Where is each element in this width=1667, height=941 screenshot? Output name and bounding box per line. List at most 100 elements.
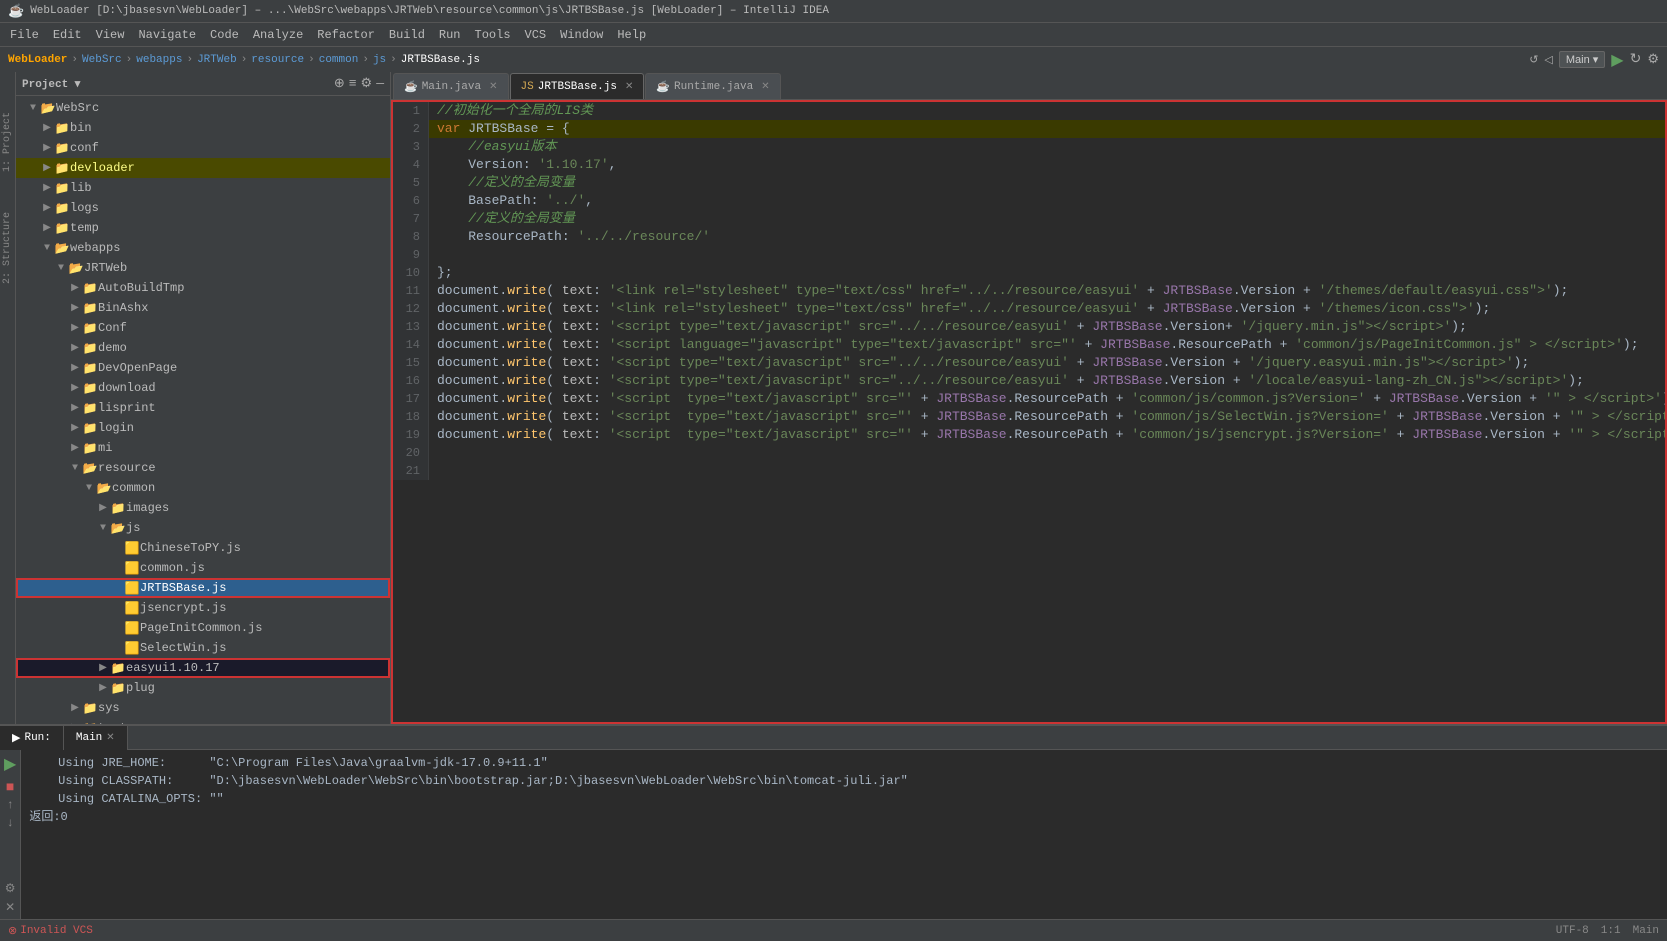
tree-label-autobuildtmp: AutoBuildTmp	[98, 281, 390, 295]
menu-code[interactable]: Code	[204, 26, 245, 44]
tree-item-websrc[interactable]: ▼ 📂 WebSrc	[16, 98, 390, 118]
tree-label-webapps: webapps	[70, 241, 390, 255]
tree-item-pageinitcommon[interactable]: 🟨 PageInitCommon.js	[16, 618, 390, 638]
update-config-button[interactable]: ↻	[1630, 51, 1642, 68]
settings-icon[interactable]: ⚙	[361, 76, 373, 91]
tree-item-demo[interactable]: ▶ 📁 demo	[16, 338, 390, 358]
run-side-button[interactable]: ▶	[4, 754, 16, 774]
tree-item-conf[interactable]: ▶ 📁 conf	[16, 138, 390, 158]
tree-label-conf2: Conf	[98, 321, 390, 335]
stop-side-button[interactable]: ■	[6, 778, 14, 794]
code-line-2: 2 var JRTBSBase = {	[393, 120, 1665, 138]
run-button[interactable]: ▶	[1611, 50, 1623, 70]
menu-build[interactable]: Build	[383, 26, 431, 44]
tree-item-devloader[interactable]: ▶ 📁 devloader	[16, 158, 390, 178]
tree-item-images[interactable]: ▶ 📁 images	[16, 498, 390, 518]
tree-item-jrtbsbase[interactable]: 🟨 JRTBSBase.js	[16, 578, 390, 598]
code-editor[interactable]: 1 //初始化一个全局的LIS类 2 var JRTBSBase = { 3 /…	[391, 100, 1667, 724]
structure-panel-label[interactable]: 2: Structure	[2, 212, 13, 284]
tab-jrtbsbase[interactable]: JS JRTBSBase.js ✕	[510, 73, 645, 99]
tree-item-selectwin[interactable]: 🟨 SelectWin.js	[16, 638, 390, 658]
settings-button[interactable]: ⚙	[1647, 52, 1659, 67]
tree-item-commonjs[interactable]: 🟨 common.js	[16, 558, 390, 578]
tree-label-jsencrypt: jsencrypt.js	[140, 601, 390, 615]
project-panel-label[interactable]: 1: Project	[2, 112, 13, 172]
tree-item-devopenpage[interactable]: ▶ 📁 DevOpenPage	[16, 358, 390, 378]
close-tab-mainjava[interactable]: ✕	[489, 81, 497, 93]
close-main-tab[interactable]: ✕	[106, 732, 114, 744]
tree-item-lisprint[interactable]: ▶ 📁 lisprint	[16, 398, 390, 418]
tree-item-chinesetopy[interactable]: 🟨 ChineseToPY.js	[16, 538, 390, 558]
code-line-17: 17 document.write( text: '<script type="…	[393, 390, 1665, 408]
back-button[interactable]: ◁	[1544, 53, 1552, 67]
tree-item-download[interactable]: ▶ 📁 download	[16, 378, 390, 398]
tree-item-temp[interactable]: ▶ 📁 temp	[16, 218, 390, 238]
js-file-icon: 🟨	[124, 581, 140, 596]
folder-open-icon: 📂	[110, 521, 126, 536]
tree-item-lib[interactable]: ▶ 📁 lib	[16, 178, 390, 198]
tree-label-devloader: devloader	[70, 161, 390, 175]
menu-help[interactable]: Help	[611, 26, 652, 44]
settings-side-button[interactable]: ⚙	[5, 881, 16, 896]
tree-item-sys[interactable]: ▶ 📁 sys	[16, 698, 390, 718]
tree-item-jrtweb[interactable]: ▼ 📂 JRTWeb	[16, 258, 390, 278]
tree-label-common: common	[112, 481, 390, 495]
bottom-tab-main[interactable]: Main ✕	[64, 726, 128, 750]
tree-item-autobuildtmp[interactable]: ▶ 📁 AutoBuildTmp	[16, 278, 390, 298]
tree-item-test[interactable]: ▶ 📁 test	[16, 718, 390, 724]
tree-item-conf2[interactable]: ▶ 📁 Conf	[16, 318, 390, 338]
folder-open-icon: 📂	[54, 241, 70, 256]
tree-item-plug[interactable]: ▶ 📁 plug	[16, 678, 390, 698]
menu-file[interactable]: File	[4, 26, 45, 44]
minimize-icon[interactable]: —	[376, 76, 384, 91]
menu-edit[interactable]: Edit	[47, 26, 88, 44]
tree-item-bin[interactable]: ▶ 📁 bin	[16, 118, 390, 138]
scroll-down-button[interactable]: ↓	[7, 816, 14, 830]
folder-icon: 📁	[54, 141, 70, 156]
tree-item-common[interactable]: ▼ 📂 common	[16, 478, 390, 498]
bc-root[interactable]: WebLoader	[8, 54, 67, 66]
tree-label-plug: plug	[126, 681, 390, 695]
close-panel-button[interactable]: ✕	[5, 900, 15, 915]
sidebar-header: Project ▾ ⊕ ≡ ⚙ —	[16, 72, 390, 96]
file-tree[interactable]: ▼ 📂 WebSrc ▶ 📁 bin ▶ 📁 conf ▶ 📁 devloade…	[16, 96, 390, 724]
tree-label-chinesetopy: ChineseToPY.js	[140, 541, 390, 555]
tree-item-easyui[interactable]: ▶ 📁 easyui1.10.17	[16, 658, 390, 678]
close-tab-runtime[interactable]: ✕	[761, 81, 769, 93]
close-tab-jrtbsbase[interactable]: ✕	[625, 81, 633, 93]
menu-analyze[interactable]: Analyze	[247, 26, 309, 44]
folder-open-icon: 📂	[82, 461, 98, 476]
status-encoding: UTF-8	[1556, 925, 1589, 937]
menu-window[interactable]: Window	[554, 26, 609, 44]
tree-item-login[interactable]: ▶ 📁 login	[16, 418, 390, 438]
status-right: UTF-8 1:1 Main	[1556, 925, 1659, 937]
update-button[interactable]: ↺	[1529, 53, 1538, 67]
menu-run[interactable]: Run	[433, 26, 467, 44]
tree-item-resource[interactable]: ▼ 📂 resource	[16, 458, 390, 478]
menu-tools[interactable]: Tools	[469, 26, 517, 44]
sidebar-icons: ⊕ ≡ ⚙ —	[334, 76, 384, 91]
run-config-dropdown[interactable]: Main ▾	[1559, 51, 1605, 68]
tree-item-mi[interactable]: ▶ 📁 mi	[16, 438, 390, 458]
title-icon: ☕	[8, 4, 24, 19]
collapse-icon[interactable]: ≡	[349, 76, 357, 91]
tab-runtime[interactable]: ☕ Runtime.java ✕	[645, 73, 780, 99]
menu-refactor[interactable]: Refactor	[311, 26, 381, 44]
tree-item-logs[interactable]: ▶ 📁 logs	[16, 198, 390, 218]
locate-file-icon[interactable]: ⊕	[334, 76, 345, 91]
tree-label-images: images	[126, 501, 390, 515]
menu-view[interactable]: View	[90, 26, 131, 44]
scroll-up-button[interactable]: ↑	[7, 798, 14, 812]
folder-icon: 📁	[82, 381, 98, 396]
tab-mainjava[interactable]: ☕ Main.java ✕	[393, 73, 509, 99]
console-line-4: 返回:0	[29, 808, 1659, 826]
menu-navigate[interactable]: Navigate	[132, 26, 202, 44]
statusbar: ⊗ Invalid VCS UTF-8 1:1 Main	[0, 919, 1667, 941]
code-line-8: 8 ResourcePath: '../../resource/'	[393, 228, 1665, 246]
tree-item-binashx[interactable]: ▶ 📁 BinAshx	[16, 298, 390, 318]
tree-item-js[interactable]: ▼ 📂 js	[16, 518, 390, 538]
tree-item-jsencrypt[interactable]: 🟨 jsencrypt.js	[16, 598, 390, 618]
tree-item-webapps[interactable]: ▼ 📂 webapps	[16, 238, 390, 258]
menu-vcs[interactable]: VCS	[519, 26, 553, 44]
bottom-tab-run[interactable]: ▶ Run:	[0, 726, 64, 750]
